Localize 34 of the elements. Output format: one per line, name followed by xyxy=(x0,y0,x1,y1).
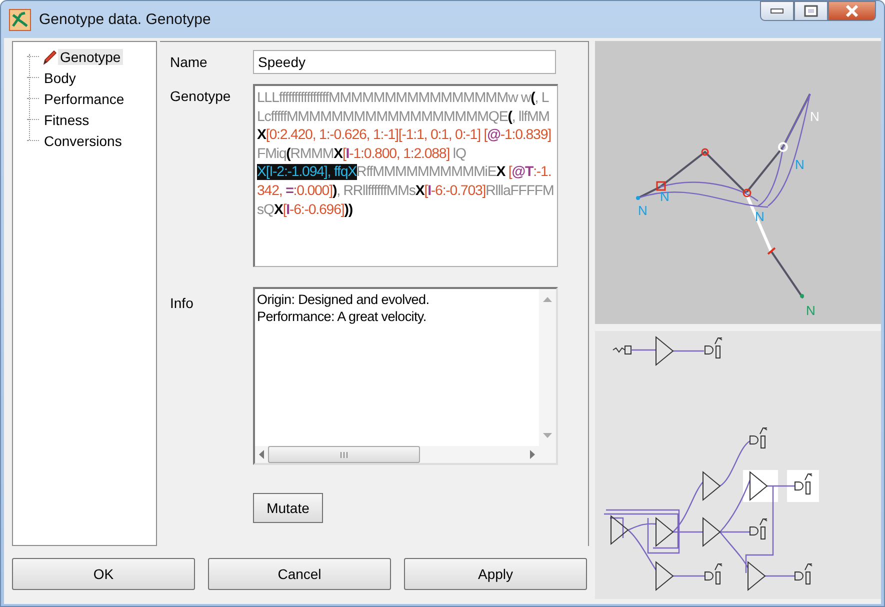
tree-item[interactable]: Body xyxy=(42,70,78,86)
name-label: Name xyxy=(170,53,208,72)
tree-item[interactable]: Fitness xyxy=(42,112,92,128)
dialog-button[interactable]: OK xyxy=(12,558,195,590)
window-title: Genotype data. Genotype xyxy=(39,11,212,28)
info-field[interactable]: Origin: Designed and evolved. Performance: A great velocity. xyxy=(253,287,558,465)
scrollbar-thumb[interactable] xyxy=(268,446,420,463)
node-label: N xyxy=(755,209,764,224)
scroll-left-icon[interactable] xyxy=(259,450,264,459)
name-field[interactable]: Speedy xyxy=(253,50,556,74)
genotype-label: Genotype xyxy=(170,87,232,106)
pencil-icon xyxy=(42,48,58,64)
close-button[interactable] xyxy=(828,1,876,21)
info-label: Info xyxy=(170,294,194,313)
scroll-right-icon[interactable] xyxy=(530,450,535,459)
tree-item[interactable]: Genotype xyxy=(58,48,123,64)
genotype-field[interactable]: LLLffffffffffffffffMMMMMMMMMMMMMMMMw w(, LLcfffffMMMMMMMMMMMMMMMMMMQE(, llfMM X[0:2.420, 1:-0.626, 1:-1][-1:1, 0:1, 0:-1] [@-1:0.839] FMiq(RMMMX[I-1:0.800, 1:2.088] lQ X[I-2:-1.094], ffqXRffMMMMMMMMMMiEX [@T:-1.342, =:0.000]), RRllffffffMMsX[I-6:-0.703]RlllaFFFFMsQX[I-6:-0.696])) xyxy=(253,84,558,267)
tree-item[interactable]: Conversions xyxy=(42,132,124,148)
dialog-button[interactable]: Cancel xyxy=(208,558,391,590)
app-icon xyxy=(9,8,31,30)
tree-item[interactable]: Performance xyxy=(42,90,126,106)
maximize-icon xyxy=(804,5,818,17)
scroll-up-icon[interactable] xyxy=(543,297,552,302)
node-label: N xyxy=(660,189,670,204)
node-label: N xyxy=(806,303,816,318)
node-label: N xyxy=(795,157,804,172)
dialog-button[interactable]: Apply xyxy=(404,558,587,590)
maximize-button[interactable] xyxy=(794,1,828,21)
scroll-down-icon[interactable] xyxy=(543,433,552,438)
minimize-button[interactable] xyxy=(760,1,794,21)
node-label: N xyxy=(638,203,648,218)
mutate-button[interactable]: Mutate xyxy=(253,493,323,523)
close-icon xyxy=(845,5,859,17)
minimize-icon xyxy=(770,8,784,14)
